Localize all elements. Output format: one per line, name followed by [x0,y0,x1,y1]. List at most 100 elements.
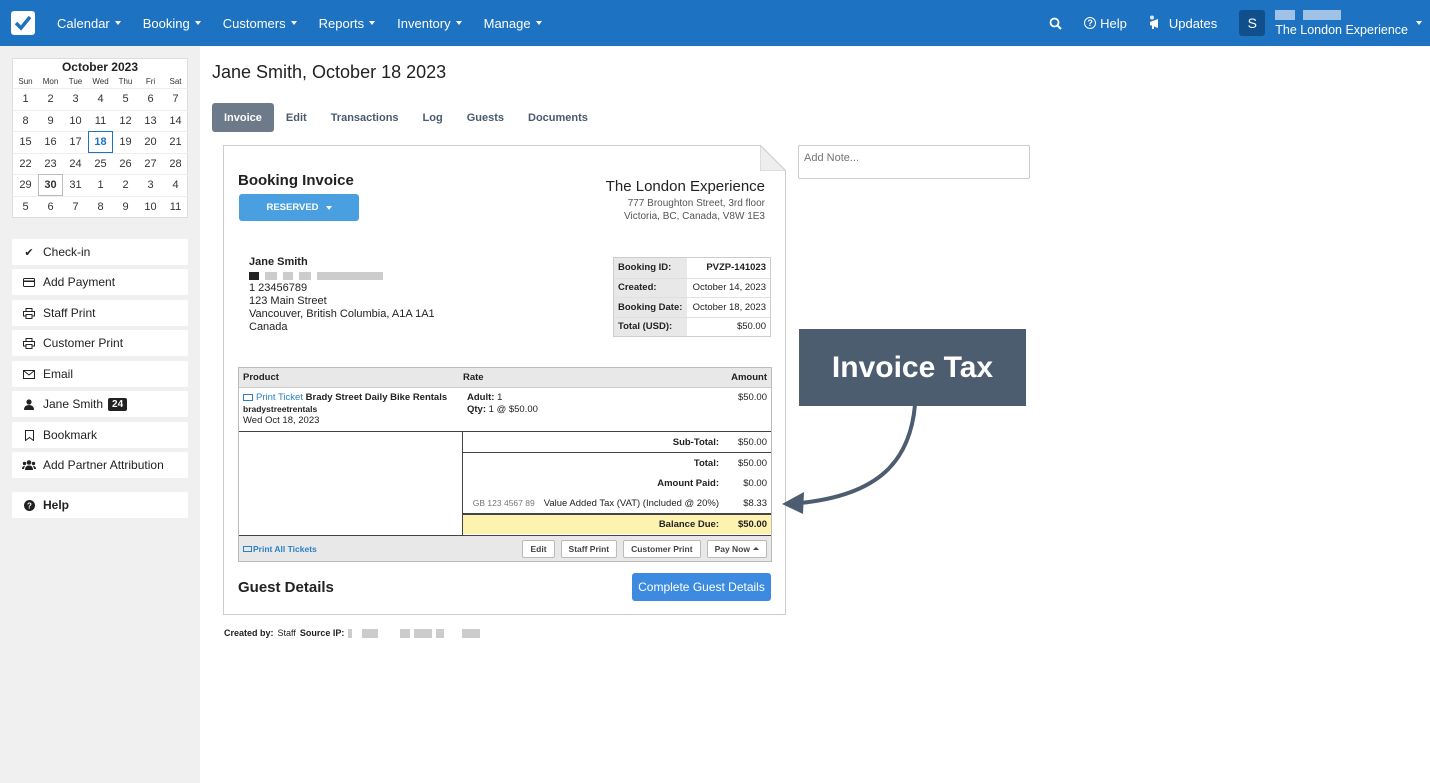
calendar-day[interactable]: 10 [138,195,163,218]
calendar-day[interactable]: 30 [38,174,63,196]
subtotal-row: Sub-Total: $50.00 [463,432,771,453]
help-button[interactable]: ? Help [12,492,188,518]
checkfront-logo-icon[interactable] [11,11,35,35]
calendar-day[interactable]: 3 [138,174,163,196]
calendar-day[interactable]: 19 [113,131,138,153]
calendar-day[interactable]: 7 [163,88,188,110]
calendar-day[interactable]: 22 [13,152,38,175]
page-title: Jane Smith, October 18 2023 [212,62,447,82]
customer-profile-button[interactable]: Jane Smith 24 [12,391,188,417]
calendar-day[interactable]: 8 [13,109,38,132]
booking-status-dropdown[interactable]: RESERVED [239,194,359,221]
tab-invoice[interactable]: Invoice [212,103,274,132]
calendar-day[interactable]: 9 [38,109,63,132]
calendar-day[interactable]: 10 [63,109,88,132]
calendar-day[interactable]: 28 [163,152,188,175]
calendar-day[interactable]: 12 [113,109,138,132]
calendar-day[interactable]: 11 [163,195,188,218]
ticket-icon [243,546,252,553]
tab-documents[interactable]: Documents [516,103,600,132]
tab-edit[interactable]: Edit [274,103,319,132]
calendar-day[interactable]: 4 [88,88,113,110]
chevron-down-icon [114,21,121,25]
nav-calendar[interactable]: Calendar [57,16,121,31]
chevron-down-icon [194,21,201,25]
calendar-day[interactable]: 18 [88,131,113,153]
search-button[interactable] [1049,17,1062,30]
calendar-day[interactable]: 25 [88,152,113,175]
calendar-day[interactable]: 3 [63,88,88,110]
nav-inventory[interactable]: Inventory [397,16,462,31]
calendar-day[interactable]: 24 [63,152,88,175]
calendar-day[interactable]: 29 [13,174,38,196]
calendar-day[interactable]: 6 [38,195,63,218]
calendar-day[interactable]: 2 [113,174,138,196]
calendar-day[interactable]: 31 [63,174,88,196]
calendar-day[interactable]: 16 [38,131,63,153]
check-in-button[interactable]: ✔ Check-in [12,239,188,265]
email-button[interactable]: Email [12,361,188,387]
chevron-down-icon [455,21,462,25]
calendar-day[interactable]: 15 [13,131,38,153]
nav-booking[interactable]: Booking [143,16,201,31]
pay-now-button[interactable]: Pay Now [706,539,767,558]
bookmark-button[interactable]: Bookmark [12,422,188,448]
weekday-label: Mon [42,77,59,86]
calendar-month-title: October 2023 [61,60,139,74]
calendar-day[interactable]: 17 [63,131,88,153]
print-all-tickets-link[interactable]: Print All Tickets [243,544,516,554]
staff-print-button[interactable]: Staff Print [12,300,188,326]
calendar-day[interactable]: 6 [138,88,163,110]
printer-icon [22,337,36,349]
total-row: Total: $50.00 [693,457,767,469]
avatar[interactable]: S [1239,10,1266,36]
item-amount: $50.00 [737,392,767,403]
calendar-day[interactable]: 1 [88,174,113,196]
account-menu[interactable]: The London Experience [1275,9,1408,37]
weekday-label: Thu [118,77,133,86]
invoice-tax-callout: Invoice Tax [799,329,1026,406]
tab-log[interactable]: Log [411,103,455,132]
nav-manage[interactable]: Manage [484,16,542,31]
help-link[interactable]: ? Help [1084,16,1127,31]
calendar-day[interactable]: 27 [138,152,163,175]
weekday-label: Tue [68,77,83,86]
tab-guests[interactable]: Guests [455,103,516,132]
calendar-day[interactable]: 5 [13,195,38,218]
main-menu: Calendar Booking Customers Reports Inven… [57,16,564,31]
tab-transactions[interactable]: Transactions [319,103,411,132]
calendar-day[interactable]: 7 [63,195,88,218]
nav-customers[interactable]: Customers [223,16,297,31]
staff-print-button[interactable]: Staff Print [560,539,618,558]
customer-print-button[interactable]: Customer Print [623,539,701,558]
calendar-day[interactable]: 13 [138,109,163,132]
add-payment-button[interactable]: Add Payment [12,269,188,295]
edit-button[interactable]: Edit [522,539,555,558]
calendar-day[interactable]: 5 [113,88,138,110]
add-partner-attribution-button[interactable]: Add Partner Attribution [12,452,188,478]
calendar-day[interactable]: 11 [88,109,113,132]
calendar-day[interactable]: 4 [163,174,188,196]
calendar-day[interactable]: 9 [113,195,138,218]
nav-reports[interactable]: Reports [319,16,376,31]
calendar-day[interactable]: 14 [163,109,188,132]
customer-print-button[interactable]: Customer Print [12,330,188,356]
customer-name: Jane Smith [249,256,308,268]
calendar-day[interactable]: 20 [138,131,163,153]
complete-guest-details-button[interactable]: Complete Guest Details [632,573,771,601]
calendar-day[interactable]: 8 [88,195,113,218]
calendar-day[interactable]: 26 [113,152,138,175]
chevron-up-icon [753,547,759,550]
calendar-day[interactable]: 1 [13,88,38,110]
calendar-day[interactable]: 2 [38,88,63,110]
print-ticket-link[interactable]: Print Ticket [243,392,303,403]
redacted-ip [348,628,353,638]
chevron-down-icon [290,21,297,25]
calendar-day[interactable]: 21 [163,131,188,153]
calendar-day[interactable]: 23 [38,152,63,175]
add-note-input[interactable] [798,145,1030,179]
chevron-down-icon[interactable] [1416,21,1422,25]
totals-section: Sub-Total: $50.00 Total: $50.00 Amount Pai… [463,432,771,535]
updates-link[interactable]: Updates [1149,15,1217,31]
bookmark-icon [22,429,36,441]
